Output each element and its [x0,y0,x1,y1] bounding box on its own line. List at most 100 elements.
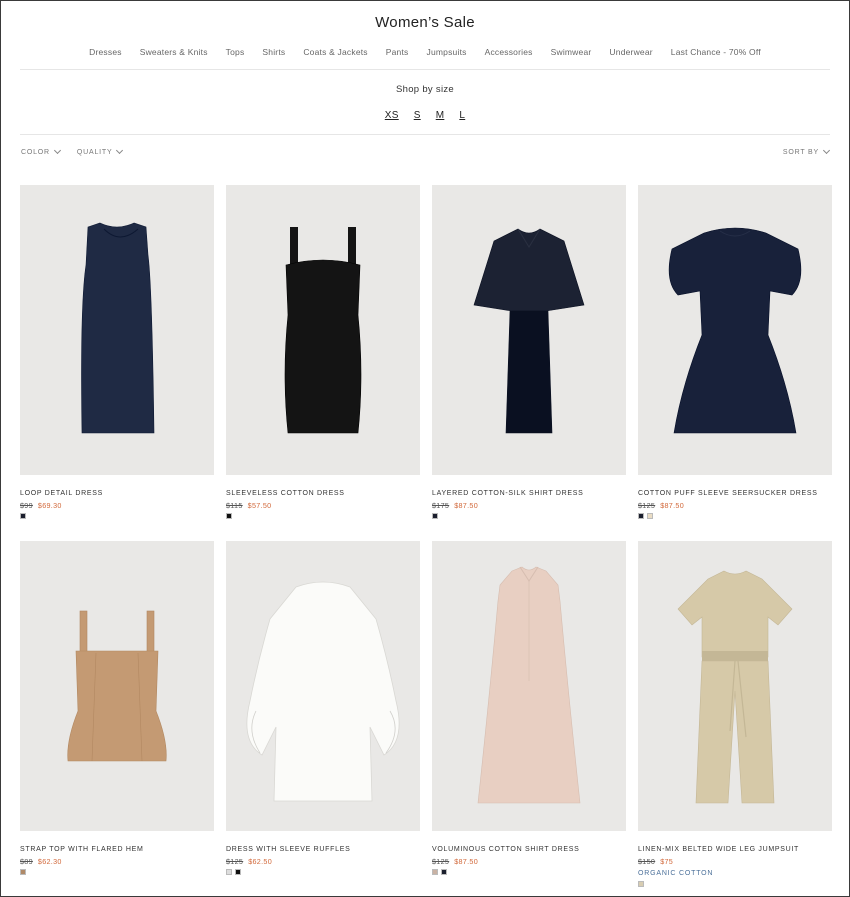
original-price: $115 [226,501,243,510]
nav-link-dresses[interactable]: Dresses [80,45,131,59]
chevron-down-icon [53,146,61,155]
filter-bar: COLOR QUALITY SORT BY [21,146,831,158]
garment-illustration [81,222,155,434]
size-link-xs[interactable]: XS [385,109,399,123]
garment-illustration [284,227,362,434]
sale-price: $87.50 [660,501,684,510]
color-swatch[interactable] [432,513,438,519]
color-swatch[interactable] [20,869,26,875]
sale-price: $87.50 [454,857,478,866]
sale-price: $57.50 [247,501,272,510]
quality-filter-label: QUALITY [76,148,113,156]
product-image[interactable] [638,185,832,475]
color-filter-label: COLOR [21,148,50,156]
product-prices: $99 $69.30 [20,501,214,510]
product-name[interactable]: LOOP DETAIL DRESS [20,489,214,498]
product-image[interactable] [226,185,420,475]
color-swatch[interactable] [638,881,644,887]
sort-by-dropdown[interactable]: SORT BY [782,146,831,156]
product-tag: ORGANIC COTTON [638,870,714,877]
product-card[interactable]: LAYERED COTTON-SILK SHIRT DRESS $175 $87.5… [432,185,626,541]
garment-illustration [67,610,167,762]
product-prices: $125 $62.50 [226,857,420,866]
sale-price: $87.50 [454,501,478,510]
color-swatch[interactable] [20,513,26,519]
color-swatches [226,513,420,519]
product-card[interactable]: LINEN-MIX BELTED WIDE LEG JUMPSUIT $150 $7… [638,541,832,896]
garment-illustration [473,228,585,434]
quality-filter-dropdown[interactable]: QUALITY [76,146,124,156]
nav-link-pants[interactable]: Pants [377,45,418,59]
nav-link-jumpsuits[interactable]: Jumpsuits [418,45,476,59]
product-name[interactable]: DRESS WITH SLEEVE RUFFLES [226,845,420,854]
nav-link-last-chance-70-off[interactable]: Last Chance - 70% Off [662,45,770,59]
color-swatches [20,869,214,875]
original-price: $89 [20,857,33,866]
product-image[interactable] [226,541,420,831]
page-title: Women’s Sale [375,14,475,31]
sale-price: $62.50 [248,857,272,866]
divider [20,69,830,70]
color-swatch[interactable] [647,513,653,519]
product-card[interactable]: LOOP DETAIL DRESS $99 $69.30 [20,185,214,541]
nav-link-sweaters-knits[interactable]: Sweaters & Knits [131,45,217,59]
sale-price: $62.30 [37,857,62,866]
color-swatch[interactable] [441,869,447,875]
product-image[interactable] [432,185,626,475]
nav-link-tops[interactable]: Tops [217,45,254,59]
product-name[interactable]: LINEN-MIX BELTED WIDE LEG JUMPSUIT [638,845,832,854]
color-swatches [226,869,420,875]
color-swatches [20,513,214,519]
product-prices: $89 $62.30 [20,857,214,866]
product-name[interactable]: STRAP TOP WITH FLARED HEM [20,845,214,854]
sale-price: $75 [660,857,674,866]
product-prices: $175 $87.50 [432,501,626,510]
product-name[interactable]: SLEEVELESS COTTON DRESS [226,489,420,498]
product-card[interactable]: SLEEVELESS COTTON DRESS $115 $57.50 [226,185,420,541]
product-image[interactable] [20,185,214,475]
product-prices: $125 $87.50 [432,857,626,866]
product-prices: $125 $87.50 [638,501,832,510]
product-name[interactable]: COTTON PUFF SLEEVE SEERSUCKER DRESS [638,489,832,498]
color-swatch[interactable] [226,869,232,875]
original-price: $175 [432,501,450,510]
original-price: $99 [20,501,33,510]
color-swatch[interactable] [432,869,438,875]
color-swatch[interactable] [235,869,241,875]
nav-link-coats-jackets[interactable]: Coats & Jackets [294,45,376,59]
product-image[interactable] [432,541,626,831]
original-price: $150 [638,857,656,866]
sort-by-label: SORT BY [782,148,819,156]
chevron-down-icon [116,146,124,155]
color-swatches [638,513,832,519]
garment-illustration [677,570,793,804]
page: Women’s Sale Dresses Sweaters & Knits Tops… [0,0,850,897]
color-filter-dropdown[interactable]: COLOR [21,146,61,156]
color-swatch[interactable] [226,513,232,519]
category-nav: Dresses Sweaters & Knits Tops Shirts Coats &… [1,45,849,59]
product-name[interactable]: LAYERED COTTON-SILK SHIRT DRESS [432,489,626,498]
product-prices: $150 $75 [638,857,832,866]
product-card[interactable]: STRAP TOP WITH FLARED HEM $89 $62.30 [20,541,214,896]
garment-illustration [668,227,802,434]
original-price: $125 [638,501,656,510]
size-link-m[interactable]: M [436,109,445,123]
size-link-s[interactable]: S [414,109,421,123]
product-name[interactable]: VOLUMINOUS COTTON SHIRT DRESS [432,845,626,854]
nav-link-swimwear[interactable]: Swimwear [542,45,601,59]
product-card[interactable]: COTTON PUFF SLEEVE SEERSUCKER DRESS $125 $… [638,185,832,541]
product-image[interactable] [20,541,214,831]
original-price: $125 [226,857,244,866]
original-price: $125 [432,857,450,866]
size-link-l[interactable]: L [459,109,465,123]
color-swatch[interactable] [638,513,644,519]
product-card[interactable]: VOLUMINOUS COTTON SHIRT DRESS $125 $87.50 [432,541,626,896]
product-image[interactable] [638,541,832,831]
nav-link-accessories[interactable]: Accessories [476,45,542,59]
nav-link-underwear[interactable]: Underwear [600,45,661,59]
product-card[interactable]: DRESS WITH SLEEVE RUFFLES $125 $62.50 [226,541,420,896]
product-prices: $115 $57.50 [226,501,420,510]
product-grid: LOOP DETAIL DRESS $99 $69.30 SLEEVELESS COT… [20,185,832,896]
chevron-down-icon [822,146,831,155]
nav-link-shirts[interactable]: Shirts [253,45,294,59]
